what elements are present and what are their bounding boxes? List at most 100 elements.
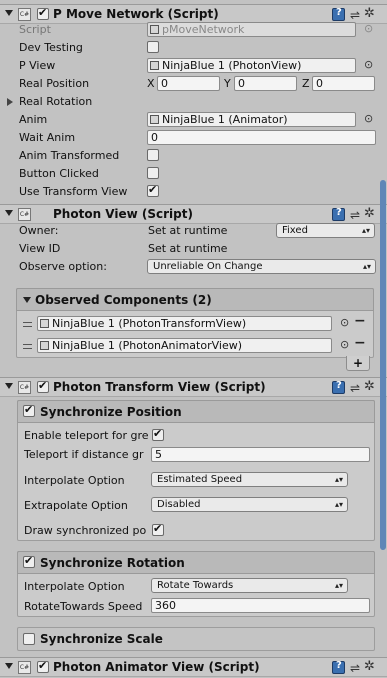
- anim-field[interactable]: NinjaBlue 1 (Animator): [147, 112, 356, 127]
- fold-arrow-icon[interactable]: [5, 10, 13, 16]
- transform-view-header[interactable]: C# Photon Transform View (Script) ⇌ ✲: [0, 377, 387, 397]
- csharp-script-icon: C#: [18, 8, 31, 21]
- pview-field[interactable]: NinjaBlue 1 (PhotonView): [147, 58, 356, 73]
- pmove-header[interactable]: C# P Move Network (Script) ⇌ ✲: [0, 4, 387, 24]
- z-label: Z: [302, 77, 310, 90]
- object-target-icon[interactable]: ⊙: [340, 338, 349, 351]
- pview-label: P View: [19, 59, 56, 72]
- transform-view-enabled-checkbox[interactable]: [37, 379, 49, 393]
- real-position-label: Real Position: [19, 77, 90, 90]
- sync-position-checkbox[interactable]: [23, 403, 35, 417]
- extrapolate-option-value: Disabled: [157, 499, 201, 510]
- real-rotation-label[interactable]: Real Rotation: [19, 95, 92, 108]
- pmove-enabled-checkbox[interactable]: [37, 6, 49, 20]
- use-transform-view-label: Use Transform View: [19, 185, 128, 198]
- sliders-icon[interactable]: ⇌: [350, 381, 360, 395]
- teleport-distance-field[interactable]: 5: [151, 447, 370, 462]
- rotation-interpolate-dropdown[interactable]: Rotate Towards ▴▾: [151, 578, 348, 593]
- dev-testing-checkbox[interactable]: [147, 41, 159, 53]
- fold-arrow-icon[interactable]: [23, 297, 31, 303]
- fold-arrow-icon[interactable]: [5, 210, 13, 216]
- object-target-icon[interactable]: ⊙: [364, 112, 373, 125]
- sync-position-title: Synchronize Position: [40, 405, 182, 419]
- sync-scale-checkbox[interactable]: [23, 633, 35, 645]
- x-label: X: [147, 77, 155, 90]
- owner-value: Set at runtime: [148, 224, 228, 237]
- gear-icon[interactable]: ✲: [364, 6, 375, 21]
- button-clicked-label: Button Clicked: [19, 167, 99, 180]
- owner-label: Owner:: [19, 224, 59, 237]
- wait-anim-label: Wait Anim: [19, 131, 76, 144]
- observe-option-dropdown[interactable]: Unreliable On Change ▴▾: [147, 259, 376, 274]
- pview-value: NinjaBlue 1 (PhotonView): [162, 59, 302, 72]
- csharp-script-icon: C#: [18, 208, 31, 221]
- object-target-icon[interactable]: ⊙: [340, 316, 349, 329]
- y-field[interactable]: 0: [234, 76, 297, 91]
- component-icon: [40, 319, 49, 328]
- sliders-icon[interactable]: ⇌: [350, 8, 360, 22]
- animator-view-enabled-checkbox[interactable]: [37, 659, 49, 673]
- sync-scale-title: Synchronize Scale: [40, 632, 163, 646]
- gear-icon[interactable]: ✲: [364, 379, 375, 394]
- transform-view-title: Photon Transform View (Script): [53, 380, 266, 394]
- drag-grip-icon[interactable]: [23, 344, 32, 349]
- dropdown-arrow-icon: ▴▾: [361, 226, 370, 235]
- script-field: pMoveNetwork: [147, 22, 356, 37]
- wait-anim-field[interactable]: 0: [147, 130, 376, 145]
- sync-scale-header[interactable]: Synchronize Scale: [17, 627, 375, 651]
- x-field[interactable]: 0: [157, 76, 220, 91]
- sliders-icon[interactable]: ⇌: [350, 208, 360, 222]
- fold-arrow-icon[interactable]: [5, 663, 13, 669]
- csharp-script-icon: C#: [18, 381, 31, 394]
- sync-rotation-checkbox[interactable]: [23, 554, 35, 568]
- minus-icon[interactable]: −: [354, 313, 366, 329]
- script-label: Script: [19, 23, 51, 36]
- interpolate-option-value: Estimated Speed: [157, 474, 243, 485]
- button-clicked-checkbox[interactable]: [147, 167, 159, 179]
- observed-components-title: Observed Components (2): [35, 293, 212, 307]
- minus-icon[interactable]: −: [354, 335, 366, 351]
- extrapolate-option-label: Extrapolate Option: [24, 499, 128, 512]
- y-label: Y: [224, 77, 231, 90]
- use-transform-view-checkbox[interactable]: [147, 183, 159, 197]
- object-target-icon[interactable]: ⊙: [364, 58, 373, 71]
- help-book-icon[interactable]: [332, 380, 345, 394]
- anim-label: Anim: [19, 113, 48, 126]
- enable-teleport-checkbox[interactable]: [152, 427, 164, 441]
- inspector-scrollbar[interactable]: [380, 180, 386, 550]
- sync-position-header[interactable]: Synchronize Position: [17, 400, 375, 423]
- drag-grip-icon[interactable]: [23, 322, 32, 327]
- dropdown-arrow-icon: ▴▾: [334, 475, 343, 484]
- help-book-icon[interactable]: [332, 207, 345, 221]
- rotation-interpolate-value: Rotate Towards: [157, 580, 234, 591]
- sync-rotation-header[interactable]: Synchronize Rotation: [17, 551, 375, 574]
- observed-item-label: NinjaBlue 1 (PhotonAnimatorView): [52, 339, 242, 352]
- rotate-towards-speed-field[interactable]: 360: [151, 598, 370, 613]
- observed-components-header[interactable]: Observed Components (2): [16, 288, 374, 311]
- draw-synchronized-label: Draw synchronized po: [24, 524, 147, 537]
- interpolate-option-dropdown[interactable]: Estimated Speed ▴▾: [151, 472, 348, 487]
- sliders-icon[interactable]: ⇌: [350, 661, 360, 675]
- view-id-label: View ID: [19, 242, 61, 255]
- extrapolate-option-dropdown[interactable]: Disabled ▴▾: [151, 497, 348, 512]
- owner-dropdown[interactable]: Fixed ▴▾: [276, 223, 375, 238]
- expand-arrow-icon[interactable]: [7, 98, 13, 106]
- help-book-icon[interactable]: [332, 660, 345, 674]
- object-target-icon: ⊙: [364, 22, 374, 35]
- anim-transformed-checkbox[interactable]: [147, 149, 159, 161]
- dropdown-arrow-icon: ▴▾: [334, 581, 343, 590]
- add-component-button[interactable]: +: [346, 356, 370, 371]
- observed-item-field[interactable]: NinjaBlue 1 (PhotonAnimatorView): [37, 338, 332, 353]
- draw-synchronized-checkbox[interactable]: [152, 522, 164, 536]
- fold-arrow-icon[interactable]: [5, 383, 13, 389]
- rotate-towards-speed-label: RotateTowards Speed: [24, 600, 143, 613]
- component-icon: [40, 341, 49, 350]
- view-id-value: Set at runtime: [148, 242, 228, 255]
- help-book-icon[interactable]: [332, 7, 345, 21]
- observed-item-field[interactable]: NinjaBlue 1 (PhotonTransformView): [37, 316, 332, 331]
- animator-view-header[interactable]: C# Photon Animator View (Script) ⇌ ✲: [0, 657, 387, 677]
- gear-icon[interactable]: ✲: [364, 659, 375, 674]
- gear-icon[interactable]: ✲: [364, 206, 375, 221]
- z-field[interactable]: 0: [312, 76, 375, 91]
- photon-view-header[interactable]: C# Photon View (Script) ⇌ ✲: [0, 204, 387, 224]
